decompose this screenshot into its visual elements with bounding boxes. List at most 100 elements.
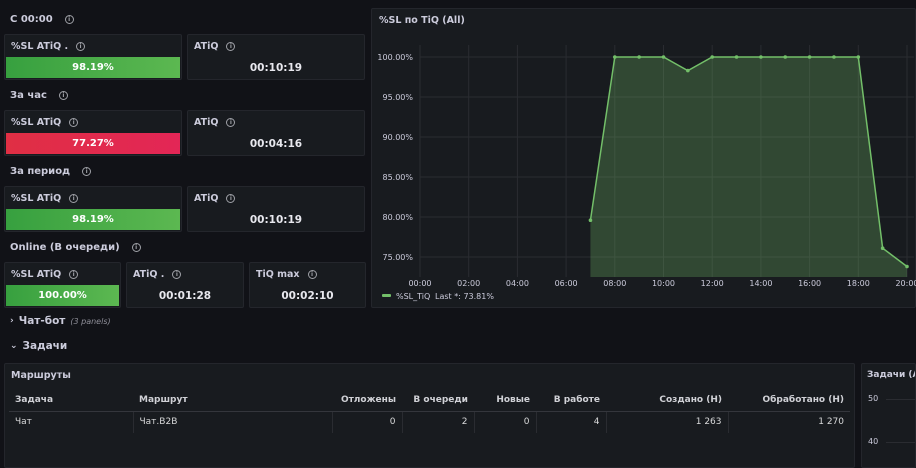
section-since-midnight: С 00:00 i xyxy=(10,14,74,25)
col-header-new[interactable]: Новые xyxy=(474,389,536,412)
stat-panel-sl-online[interactable]: %SL ATiQ i 100.00% xyxy=(4,262,121,308)
stat-panel-sl-per-period[interactable]: %SL ATiQ i 98.19% xyxy=(4,186,182,232)
col-header-processed[interactable]: Обработано (Н) xyxy=(728,389,850,412)
legend-series-name: %SL_TiQ xyxy=(396,292,430,301)
col-header-in-progress[interactable]: В работе xyxy=(536,389,606,412)
grid-line xyxy=(886,442,915,443)
row-chatbot[interactable]: › Чат-бот (3 panels) xyxy=(10,315,111,327)
data-point xyxy=(710,55,714,59)
x-tick-label: 02:00 xyxy=(457,279,480,288)
sl-value-bar: 98.19% xyxy=(6,209,180,230)
section-per-hour: За час i xyxy=(10,90,68,101)
cell-task: Чат xyxy=(9,411,134,433)
col-header-in-queue[interactable]: В очереди xyxy=(402,389,474,412)
tasks-y-tick: 40 xyxy=(868,437,879,446)
col-header-task[interactable]: Задача xyxy=(9,389,133,412)
routes-title: Маршруты xyxy=(11,370,71,381)
atiq-value: 00:10:19 xyxy=(249,214,303,226)
data-point xyxy=(661,55,666,59)
chart-panel-sl-tiq[interactable]: %SL по TiQ (All) 75.00% 80.00% 85.00% 90.00… xyxy=(371,8,916,308)
x-tick-label: 04:00 xyxy=(506,279,529,288)
routes-panel[interactable]: Маршруты Задача Маршрут Отложены В очере… xyxy=(4,363,855,468)
panel-title: ATiQ xyxy=(194,193,219,204)
stat-panel-tiq-max-online[interactable]: TiQ max i 00:02:10 xyxy=(249,262,366,308)
sl-value-bar: 77.27% xyxy=(6,133,180,154)
info-icon[interactable]: i xyxy=(69,194,79,203)
table-row[interactable]: Чат Чат.B2B 0 2 0 4 1 263 1 270 xyxy=(9,411,850,433)
x-tick-label: 10:00 xyxy=(652,279,675,288)
x-tick-label: 06:00 xyxy=(555,279,578,288)
cell-created: 1 263 xyxy=(606,411,729,433)
x-tick-label: 00:00 xyxy=(408,279,431,288)
atiq-value: 00:01:28 xyxy=(158,290,212,302)
data-point xyxy=(637,55,641,59)
y-tick-label: 80.00% xyxy=(382,213,413,222)
panel-title: %SL ATiQ xyxy=(11,269,62,280)
info-icon[interactable]: i xyxy=(226,42,236,51)
x-tick-label: 08:00 xyxy=(603,279,626,288)
panel-title: ATiQ . xyxy=(133,269,165,280)
stat-panel-sl-per-hour[interactable]: %SL ATiQ i 77.27% xyxy=(4,110,182,156)
info-icon[interactable]: i xyxy=(58,91,68,100)
series-area xyxy=(590,57,907,277)
data-point xyxy=(880,246,885,250)
section-per-period: За период i xyxy=(10,166,92,177)
tasks-chart-panel[interactable]: Задачи (All 50 40 xyxy=(861,363,916,468)
tasks-chart-title: Задачи (All xyxy=(867,370,915,380)
legend-swatch xyxy=(382,294,391,297)
panel-title: ATiQ xyxy=(194,117,219,128)
panel-title: %SL ATiQ xyxy=(11,117,62,128)
info-icon[interactable]: i xyxy=(69,118,79,127)
stat-panel-atiq-per-hour[interactable]: ATiQ i 00:04:16 xyxy=(187,110,365,156)
chevron-down-icon: ⌄ xyxy=(10,341,18,351)
chevron-right-icon: › xyxy=(10,316,14,326)
panel-title: %SL ATiQ xyxy=(11,193,62,204)
data-point xyxy=(588,218,593,222)
data-point xyxy=(734,55,739,59)
x-tick-label: 12:00 xyxy=(701,279,724,288)
x-tick-label: 16:00 xyxy=(798,279,821,288)
data-point xyxy=(905,264,909,269)
info-icon[interactable]: i xyxy=(131,243,141,252)
cell-in-queue: 2 xyxy=(402,411,475,433)
sl-value-bar: 98.19% xyxy=(6,57,180,78)
tasks-y-tick: 50 xyxy=(868,394,879,403)
col-header-route[interactable]: Маршрут xyxy=(133,389,332,412)
stat-panel-atiq-since-midnight[interactable]: ATiQ i 00:10:19 xyxy=(187,34,365,80)
stat-panel-atiq-online[interactable]: ATiQ . i 00:01:28 xyxy=(126,262,244,308)
info-icon[interactable]: i xyxy=(69,270,79,279)
data-point xyxy=(807,55,812,59)
info-icon[interactable]: i xyxy=(64,15,74,24)
sl-tiq-chart: 75.00% 80.00% 85.00% 90.00% 95.00% 100.00% 00:… xyxy=(377,45,916,301)
x-tick-label: 14:00 xyxy=(749,279,772,288)
data-point xyxy=(783,55,788,59)
cell-new: 0 xyxy=(474,411,537,433)
y-tick-label: 100.00% xyxy=(377,53,413,62)
col-header-created[interactable]: Создано (Н) xyxy=(606,389,728,412)
info-icon[interactable]: i xyxy=(226,194,236,203)
info-icon[interactable]: i xyxy=(82,167,92,176)
data-point xyxy=(832,55,836,59)
grid-line xyxy=(886,399,915,400)
y-tick-label: 85.00% xyxy=(382,173,413,182)
cell-in-progress: 4 xyxy=(536,411,607,433)
data-point xyxy=(759,55,763,59)
info-icon[interactable]: i xyxy=(76,42,86,51)
panel-title: ATiQ xyxy=(194,41,219,52)
sl-value-bar: 100.00% xyxy=(6,285,119,306)
data-point xyxy=(856,55,861,59)
stat-panel-sl-since-midnight[interactable]: %SL ATiQ . i 98.19% xyxy=(4,34,182,80)
row-tasks[interactable]: ⌄ Задачи xyxy=(10,340,67,352)
table-header-row: Задача Маршрут Отложены В очереди Новые … xyxy=(9,389,850,412)
stat-panel-atiq-per-period[interactable]: ATiQ i 00:10:19 xyxy=(187,186,365,232)
cell-route: Чат.B2B xyxy=(133,411,333,433)
legend-last-value: Last *: 73.81% xyxy=(435,292,494,301)
atiq-value: 00:04:16 xyxy=(249,138,303,150)
info-icon[interactable]: i xyxy=(226,118,236,127)
x-tick-label: 18:00 xyxy=(847,279,870,288)
info-icon[interactable]: i xyxy=(172,270,182,279)
col-header-deferred[interactable]: Отложены xyxy=(332,389,402,412)
data-point xyxy=(613,55,617,59)
section-online: Online (В очереди) i xyxy=(10,242,141,253)
info-icon[interactable]: i xyxy=(307,270,317,279)
